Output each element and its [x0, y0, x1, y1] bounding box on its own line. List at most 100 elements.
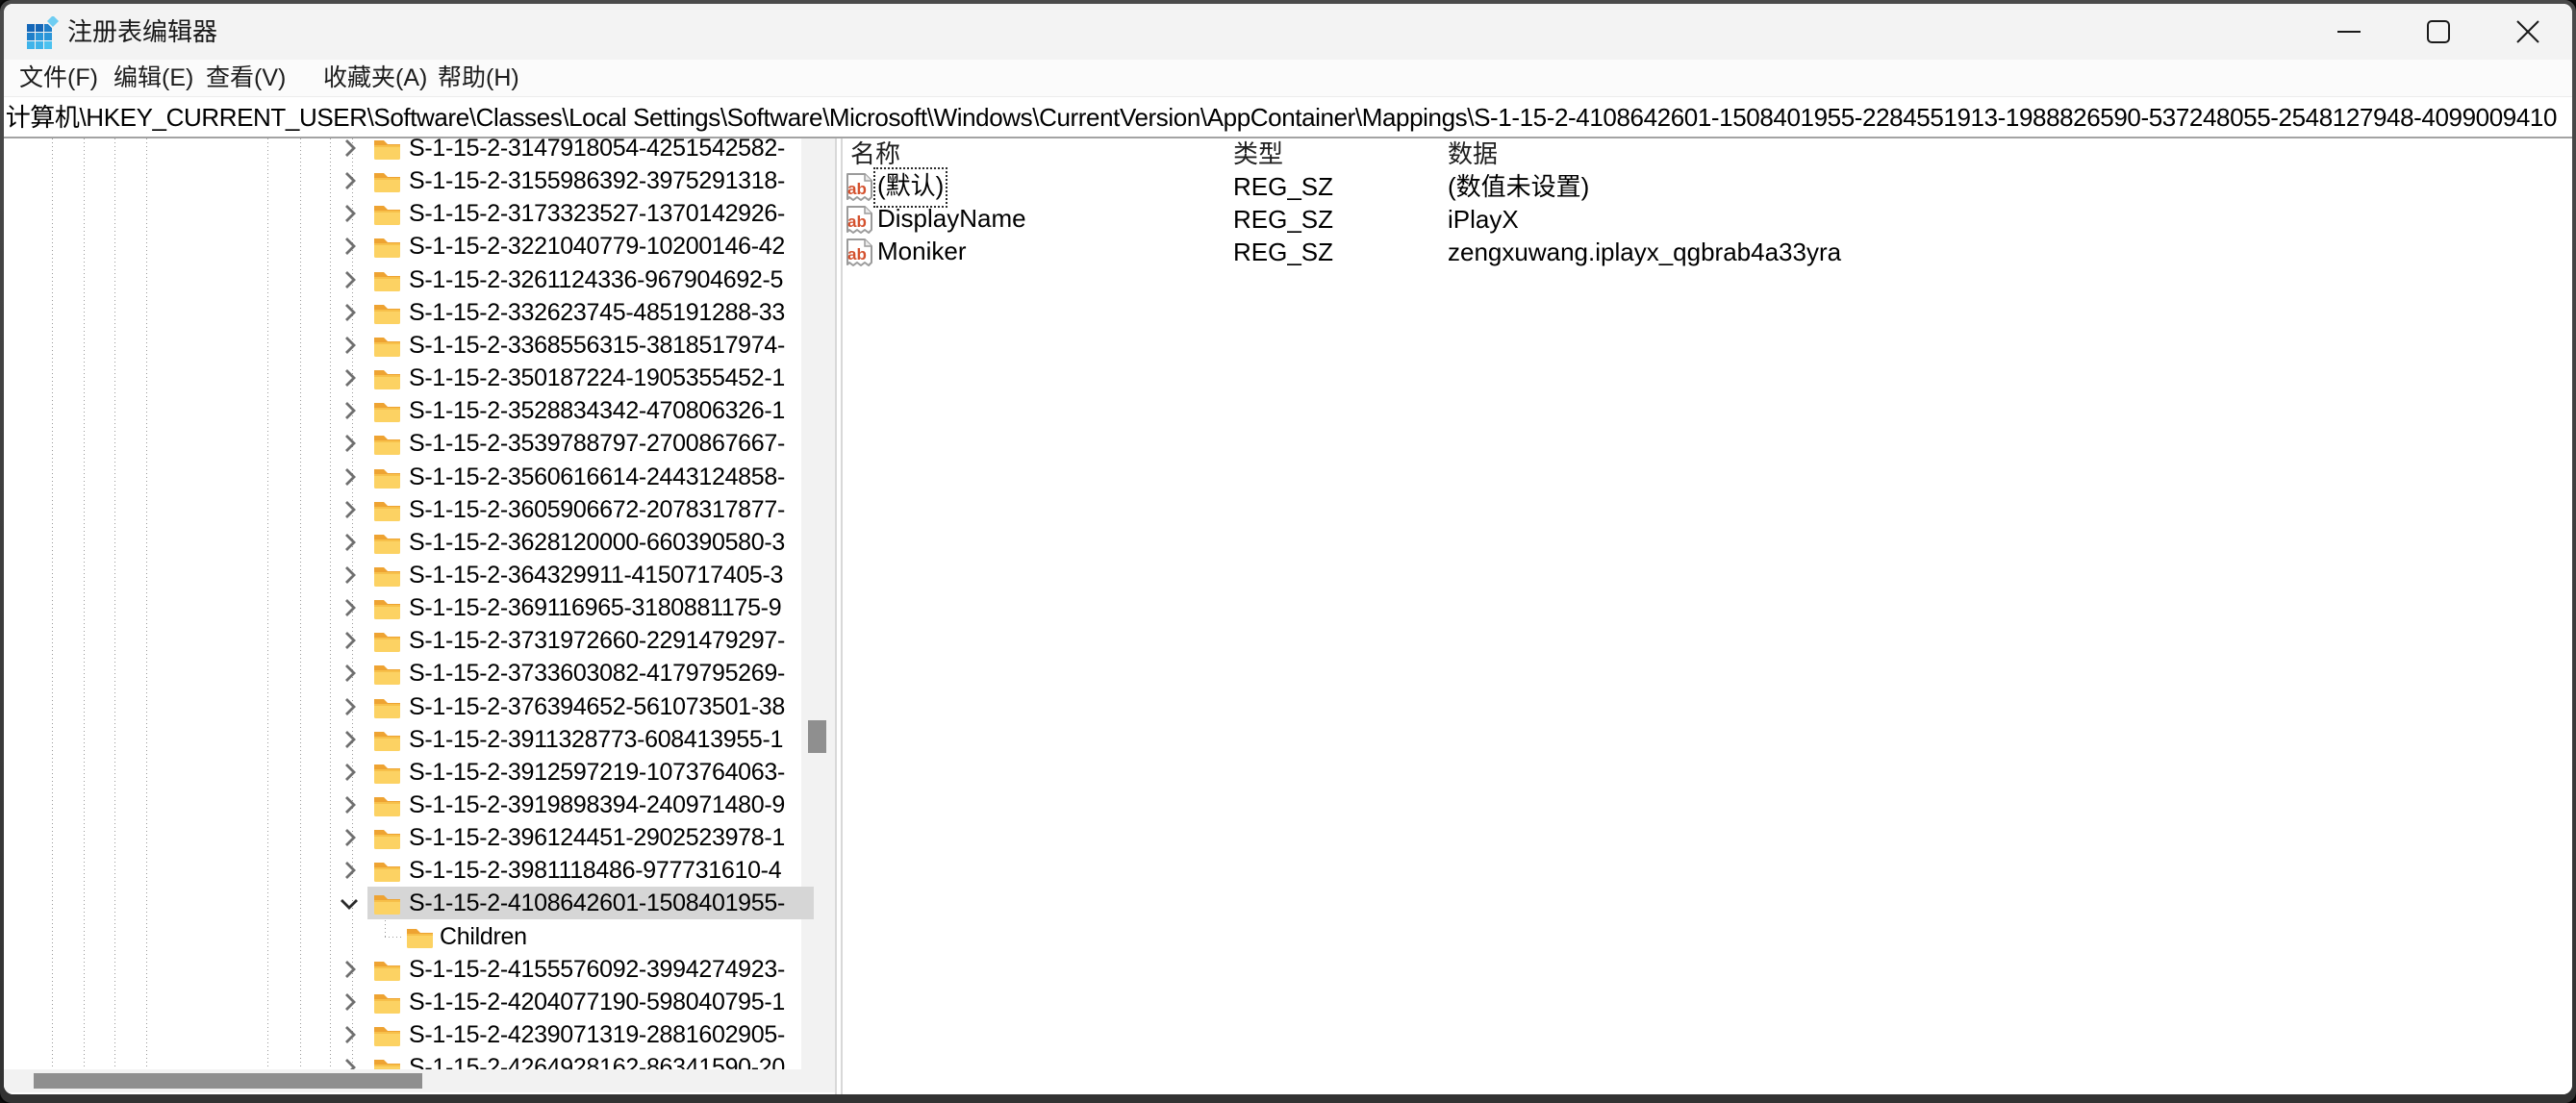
- values-panel: 名称 类型 数据 ab(默认)REG_SZ(数值未设置)abDisplayNam…: [843, 138, 2572, 1094]
- tree-item[interactable]: S-1-15-2-3919898394-240971480-9: [4, 789, 814, 821]
- tree-item[interactable]: S-1-15-2-3628120000-660390580-3: [4, 526, 814, 559]
- tree-item[interactable]: S-1-15-2-3221040779-10200146-42: [4, 230, 814, 263]
- menu-item-help[interactable]: 帮助(H): [438, 60, 519, 96]
- tree-item[interactable]: S-1-15-2-3731972660-2291479297-: [4, 624, 814, 657]
- chevron-right-icon[interactable]: [342, 302, 358, 328]
- tree-item[interactable]: S-1-15-2-4204077190-598040795-1: [4, 986, 814, 1018]
- tree-item[interactable]: S-1-15-2-3528834342-470806326-1: [4, 394, 814, 427]
- value-name[interactable]: (默认): [877, 171, 944, 204]
- tree-item-label: S-1-15-2-332623745-485191288-33: [409, 296, 805, 329]
- tree-item[interactable]: S-1-15-2-369116965-3180881175-9: [4, 591, 814, 624]
- tree-item[interactable]: S-1-15-2-3368556315-3818517974-: [4, 329, 814, 362]
- chevron-right-icon[interactable]: [342, 959, 358, 985]
- menu-item-favorites[interactable]: 收藏夹(A): [323, 60, 427, 96]
- folder-icon: [373, 202, 401, 231]
- tree-item[interactable]: S-1-15-2-3155986392-3975291318-: [4, 164, 814, 197]
- chevron-right-icon[interactable]: [342, 991, 358, 1017]
- chevron-right-icon[interactable]: [342, 663, 358, 689]
- tree-item-label: S-1-15-2-4239071319-2881602905-: [409, 1018, 805, 1051]
- tree-item[interactable]: S-1-15-2-3733603082-4179795269-: [4, 657, 814, 689]
- menu-item-file[interactable]: 文件(F): [19, 60, 98, 96]
- chevron-right-icon[interactable]: [342, 630, 358, 656]
- folder-icon: [373, 564, 401, 592]
- panel-splitter[interactable]: [835, 138, 843, 1094]
- chevron-right-icon[interactable]: [342, 499, 358, 525]
- tree-item-label: S-1-15-2-350187224-1905355452-1: [409, 362, 805, 394]
- tree-item-children[interactable]: Children: [4, 920, 814, 953]
- folder-icon: [373, 498, 401, 527]
- chevron-right-icon[interactable]: [342, 203, 358, 229]
- tree-item[interactable]: S-1-15-2-364329911-4150717405-3: [4, 559, 814, 591]
- column-header-type[interactable]: 类型: [1233, 138, 1283, 169]
- column-header-name[interactable]: 名称: [850, 138, 900, 169]
- tree-item[interactable]: S-1-15-2-350187224-1905355452-1: [4, 362, 814, 394]
- chevron-right-icon[interactable]: [342, 170, 358, 196]
- folder-icon: [373, 728, 401, 757]
- tree-item[interactable]: S-1-15-2-4155576092-3994274923-: [4, 953, 814, 986]
- chevron-right-icon[interactable]: [342, 597, 358, 623]
- minimize-button[interactable]: [2304, 4, 2393, 60]
- value-row[interactable]: abMonikerREG_SZzengxuwang.iplayx_qgbrab4…: [843, 237, 2572, 269]
- address-bar[interactable]: 计算机\HKEY_CURRENT_USER\Software\Classes\L…: [4, 98, 2572, 138]
- tree-item[interactable]: S-1-15-2-4264928162-86341590-20: [4, 1051, 814, 1069]
- chevron-right-icon[interactable]: [342, 794, 358, 820]
- tree-item[interactable]: S-1-15-2-3912597219-1073764063-: [4, 756, 814, 789]
- chevron-right-icon[interactable]: [342, 269, 358, 295]
- value-data: (数值未设置): [1448, 171, 1589, 204]
- tree-connector-line: [385, 920, 386, 937]
- folder-icon: [373, 235, 401, 263]
- chevron-right-icon[interactable]: [342, 860, 358, 886]
- folder-icon: [373, 761, 401, 790]
- menu-item-view[interactable]: 查看(V): [206, 60, 286, 96]
- chevron-right-icon[interactable]: [342, 433, 358, 459]
- chevron-right-icon[interactable]: [342, 1024, 358, 1050]
- chevron-right-icon[interactable]: [342, 1057, 358, 1069]
- svg-text:ab: ab: [847, 213, 867, 231]
- tree-item-label: S-1-15-2-3173323527-1370142926-: [409, 197, 805, 230]
- chevron-right-icon[interactable]: [342, 138, 358, 163]
- chevron-right-icon[interactable]: [342, 729, 358, 755]
- tree-item[interactable]: S-1-15-2-3539788797-2700867667-: [4, 427, 814, 460]
- tree-item[interactable]: S-1-15-2-3605906672-2078317877-: [4, 493, 814, 526]
- chevron-down-icon[interactable]: [339, 896, 360, 916]
- chevron-right-icon[interactable]: [342, 762, 358, 788]
- tree-item[interactable]: S-1-15-2-3560616614-2443124858-: [4, 461, 814, 493]
- value-name[interactable]: DisplayName: [877, 204, 1026, 237]
- chevron-right-icon[interactable]: [342, 827, 358, 853]
- maximize-button[interactable]: [2393, 4, 2483, 60]
- chevron-right-icon[interactable]: [342, 335, 358, 361]
- tree-item[interactable]: S-1-15-2-376394652-561073501-38: [4, 690, 814, 723]
- tree-item[interactable]: S-1-15-2-3173323527-1370142926-: [4, 197, 814, 230]
- chevron-right-icon[interactable]: [342, 696, 358, 722]
- folder-icon: [373, 990, 401, 1019]
- tree-item[interactable]: S-1-15-2-3981118486-977731610-4: [4, 854, 814, 887]
- tree-horizontal-scrollbar[interactable]: [4, 1069, 835, 1092]
- chevron-right-icon[interactable]: [342, 532, 358, 558]
- titlebar[interactable]: 注册表编辑器: [4, 4, 2572, 60]
- chevron-right-icon[interactable]: [342, 466, 358, 492]
- tree-horizontal-scrollbar-thumb[interactable]: [34, 1073, 422, 1089]
- tree-item-label: S-1-15-2-4108642601-1508401955-: [409, 887, 805, 919]
- string-value-icon: ab: [845, 172, 874, 208]
- close-button[interactable]: [2483, 4, 2572, 60]
- column-header-data[interactable]: 数据: [1448, 138, 1498, 169]
- value-row[interactable]: ab(默认)REG_SZ(数值未设置): [843, 171, 2572, 204]
- tree-item-label: S-1-15-2-396124451-2902523978-1: [409, 821, 805, 854]
- tree-item[interactable]: S-1-15-2-3911328773-608413955-1: [4, 723, 814, 756]
- chevron-right-icon[interactable]: [342, 236, 358, 262]
- tree-item[interactable]: S-1-15-2-4108642601-1508401955-: [4, 887, 814, 919]
- tree-item[interactable]: S-1-15-2-332623745-485191288-33: [4, 296, 814, 329]
- chevron-right-icon[interactable]: [342, 367, 358, 393]
- folder-icon: [373, 629, 401, 658]
- chevron-right-icon[interactable]: [342, 400, 358, 426]
- tree-item-label: S-1-15-2-3368556315-3818517974-: [409, 329, 805, 362]
- value-name[interactable]: Moniker: [877, 237, 966, 269]
- tree-item[interactable]: S-1-15-2-396124451-2902523978-1: [4, 821, 814, 854]
- tree-item[interactable]: S-1-15-2-3261124336-967904692-5: [4, 263, 814, 296]
- chevron-right-icon[interactable]: [342, 564, 358, 590]
- tree-item[interactable]: S-1-15-2-3147918054-4251542582-: [4, 138, 814, 164]
- value-row[interactable]: abDisplayNameREG_SZiPlayX: [843, 204, 2572, 237]
- folder-icon: [373, 432, 401, 461]
- menu-item-edit[interactable]: 编辑(E): [114, 60, 193, 96]
- tree-item[interactable]: S-1-15-2-4239071319-2881602905-: [4, 1018, 814, 1051]
